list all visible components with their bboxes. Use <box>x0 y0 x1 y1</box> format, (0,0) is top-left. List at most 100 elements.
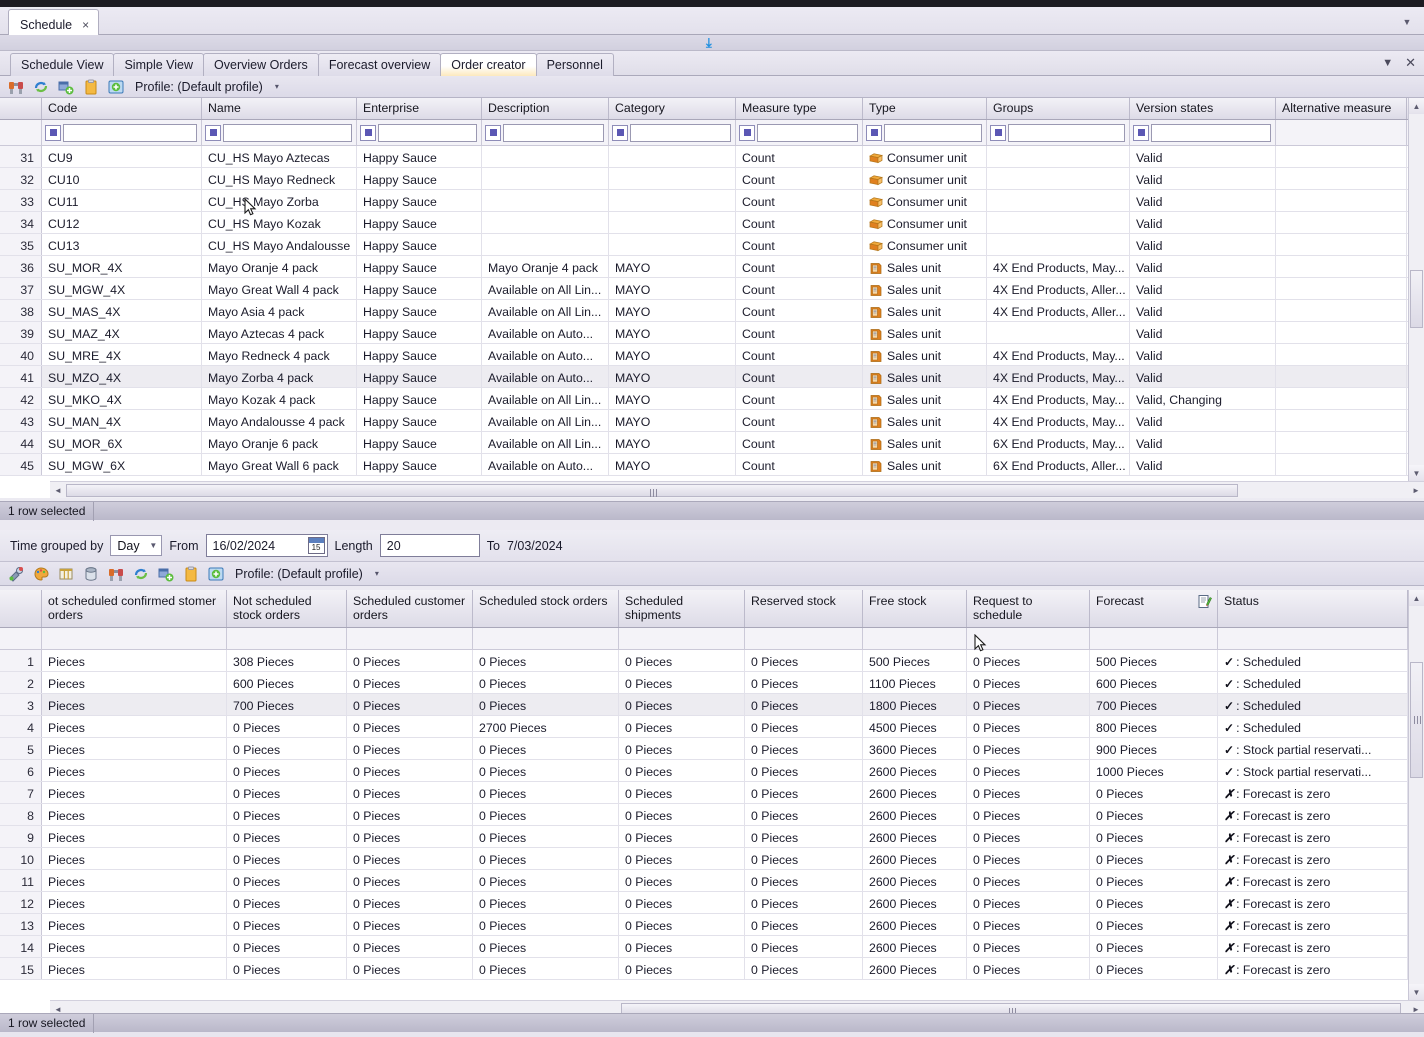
cell-type[interactable]: Sales unit <box>863 366 987 387</box>
close-icon[interactable]: × <box>82 18 89 32</box>
scroll-down-icon[interactable]: ▼ <box>1409 465 1424 481</box>
products-grid-hscrollbar[interactable]: ◄ ► <box>50 481 1424 498</box>
cell-category[interactable] <box>609 212 736 233</box>
cell-type[interactable]: Consumer unit <box>863 168 987 189</box>
cell-measure[interactable]: Count <box>736 234 863 255</box>
cell-c8[interactable]: 0 Pieces <box>967 716 1090 737</box>
cell-category[interactable]: MAYO <box>609 432 736 453</box>
cell-c7[interactable]: 1100 Pieces <box>863 672 967 693</box>
cell-c1[interactable]: Pieces <box>42 694 227 715</box>
cell-c5[interactable]: 0 Pieces <box>619 738 745 759</box>
table-row[interactable]: 45 SU_MGW_6X Mayo Great Wall 6 pack Happy S… <box>0 454 1408 476</box>
cell-c3[interactable]: 0 Pieces <box>347 672 473 693</box>
cell-groups[interactable]: 6X End Products, Aller... <box>987 454 1130 475</box>
cell-c9[interactable]: 700 Pieces <box>1090 694 1218 715</box>
cell-c8[interactable]: 0 Pieces <box>967 694 1090 715</box>
cell-c1[interactable]: Pieces <box>42 870 227 891</box>
scroll-right-icon[interactable]: ► <box>1408 483 1424 498</box>
row-number[interactable]: 45 <box>0 454 42 475</box>
cell-category[interactable]: MAYO <box>609 454 736 475</box>
filter-cell[interactable] <box>227 628 347 649</box>
cell-name[interactable]: Mayo Great Wall 4 pack <box>202 278 357 299</box>
cell-c2[interactable]: 0 Pieces <box>227 870 347 891</box>
cell-version[interactable]: Valid <box>1130 454 1276 475</box>
table-row[interactable]: 2 Pieces 600 Pieces 0 Pieces 0 Pieces 0 Piece… <box>0 672 1408 694</box>
cell-c4[interactable]: 0 Pieces <box>473 760 619 781</box>
cell-version[interactable]: Valid <box>1130 212 1276 233</box>
hscroll-track[interactable] <box>66 483 1408 498</box>
cell-category[interactable]: MAYO <box>609 278 736 299</box>
table-row[interactable]: 38 SU_MAS_4X Mayo Asia 4 pack Happy Sauce Av… <box>0 300 1408 322</box>
table-row[interactable]: 33 CU11 CU_HS Mayo Zorba Happy Sauce Count Co… <box>0 190 1408 212</box>
filter-cell-description[interactable] <box>482 120 609 145</box>
row-number[interactable]: 8 <box>0 804 42 825</box>
filter-cell[interactable] <box>967 628 1090 649</box>
cell-c5[interactable]: 0 Pieces <box>619 804 745 825</box>
cell-description[interactable]: Mayo Oranje 4 pack <box>482 256 609 277</box>
cell-c2[interactable]: 0 Pieces <box>227 738 347 759</box>
cell-c7[interactable]: 2600 Pieces <box>863 804 967 825</box>
cell-c9[interactable]: 0 Pieces <box>1090 804 1218 825</box>
filter-cell[interactable] <box>473 628 619 649</box>
cell-c4[interactable]: 0 Pieces <box>473 694 619 715</box>
cell-c8[interactable]: 0 Pieces <box>967 936 1090 957</box>
column-header-free-stock[interactable]: Free stock <box>863 590 967 627</box>
filter-cell[interactable] <box>863 628 967 649</box>
cell-category[interactable]: MAYO <box>609 256 736 277</box>
cell-type[interactable]: Consumer unit <box>863 146 987 167</box>
cell-measure[interactable]: Count <box>736 256 863 277</box>
binoculars-icon[interactable] <box>8 79 24 95</box>
cell-c3[interactable]: 0 Pieces <box>347 870 473 891</box>
cell-type[interactable]: Sales unit <box>863 322 987 343</box>
cell-alt[interactable] <box>1276 256 1407 277</box>
cell-c4[interactable]: 0 Pieces <box>473 826 619 847</box>
cell-c3[interactable]: 0 Pieces <box>347 716 473 737</box>
tab-order-creator[interactable]: Order creator <box>440 53 537 76</box>
panel-splitter[interactable]: ⤓ <box>0 35 1424 51</box>
cell-c3[interactable]: 0 Pieces <box>347 914 473 935</box>
cell-groups[interactable] <box>987 322 1130 343</box>
row-number[interactable]: 3 <box>0 694 42 715</box>
cell-description[interactable]: Available on Auto... <box>482 322 609 343</box>
cell-c8[interactable]: 0 Pieces <box>967 958 1090 979</box>
cell-c9[interactable]: 0 Pieces <box>1090 936 1218 957</box>
cell-c4[interactable]: 0 Pieces <box>473 650 619 671</box>
cell-measure[interactable]: Count <box>736 300 863 321</box>
row-number[interactable]: 37 <box>0 278 42 299</box>
cell-c9[interactable]: 0 Pieces <box>1090 782 1218 803</box>
clipboard-icon[interactable] <box>83 79 99 95</box>
filter-cell[interactable] <box>347 628 473 649</box>
filter-cell[interactable] <box>1090 628 1218 649</box>
tab-personnel[interactable]: Personnel <box>535 53 614 76</box>
cell-name[interactable]: Mayo Kozak 4 pack <box>202 388 357 409</box>
cell-version[interactable]: Valid <box>1130 366 1276 387</box>
cell-c9[interactable]: 0 Pieces <box>1090 958 1218 979</box>
cell-c3[interactable]: 0 Pieces <box>347 782 473 803</box>
filter-cell-category[interactable] <box>609 120 736 145</box>
filter-input[interactable] <box>884 123 982 142</box>
cell-enterprise[interactable]: Happy Sauce <box>357 410 482 431</box>
cell-groups[interactable]: 4X End Products, May... <box>987 256 1130 277</box>
cell-groups[interactable]: 4X End Products, May... <box>987 366 1130 387</box>
cell-c3[interactable]: 0 Pieces <box>347 848 473 869</box>
schedule-grid-filter-row[interactable] <box>0 628 1408 650</box>
cell-c6[interactable]: 0 Pieces <box>745 804 863 825</box>
cell-c7[interactable]: 3600 Pieces <box>863 738 967 759</box>
filter-cell[interactable] <box>745 628 863 649</box>
cell-enterprise[interactable]: Happy Sauce <box>357 168 482 189</box>
cell-version[interactable]: Valid <box>1130 322 1276 343</box>
cell-description[interactable]: Available on All Lin... <box>482 300 609 321</box>
cell-c5[interactable]: 0 Pieces <box>619 848 745 869</box>
scroll-down-icon[interactable]: ▼ <box>1409 984 1424 1000</box>
cell-c7[interactable]: 2600 Pieces <box>863 760 967 781</box>
cell-measure[interactable]: Count <box>736 344 863 365</box>
cell-version[interactable]: Valid <box>1130 300 1276 321</box>
row-number[interactable]: 32 <box>0 168 42 189</box>
time-grouping-select[interactable]: Day ▼ <box>110 535 163 556</box>
tab-simple-view[interactable]: Simple View <box>113 53 205 76</box>
products-grid-vscrollbar[interactable]: ▲ ▼ <box>1408 98 1424 481</box>
cell-c9[interactable]: 600 Pieces <box>1090 672 1218 693</box>
table-row[interactable]: 11 Pieces 0 Pieces 0 Pieces 0 Pieces 0 Pieces… <box>0 870 1408 892</box>
cell-c7[interactable]: 2600 Pieces <box>863 936 967 957</box>
filter-operator-button[interactable] <box>866 124 882 141</box>
